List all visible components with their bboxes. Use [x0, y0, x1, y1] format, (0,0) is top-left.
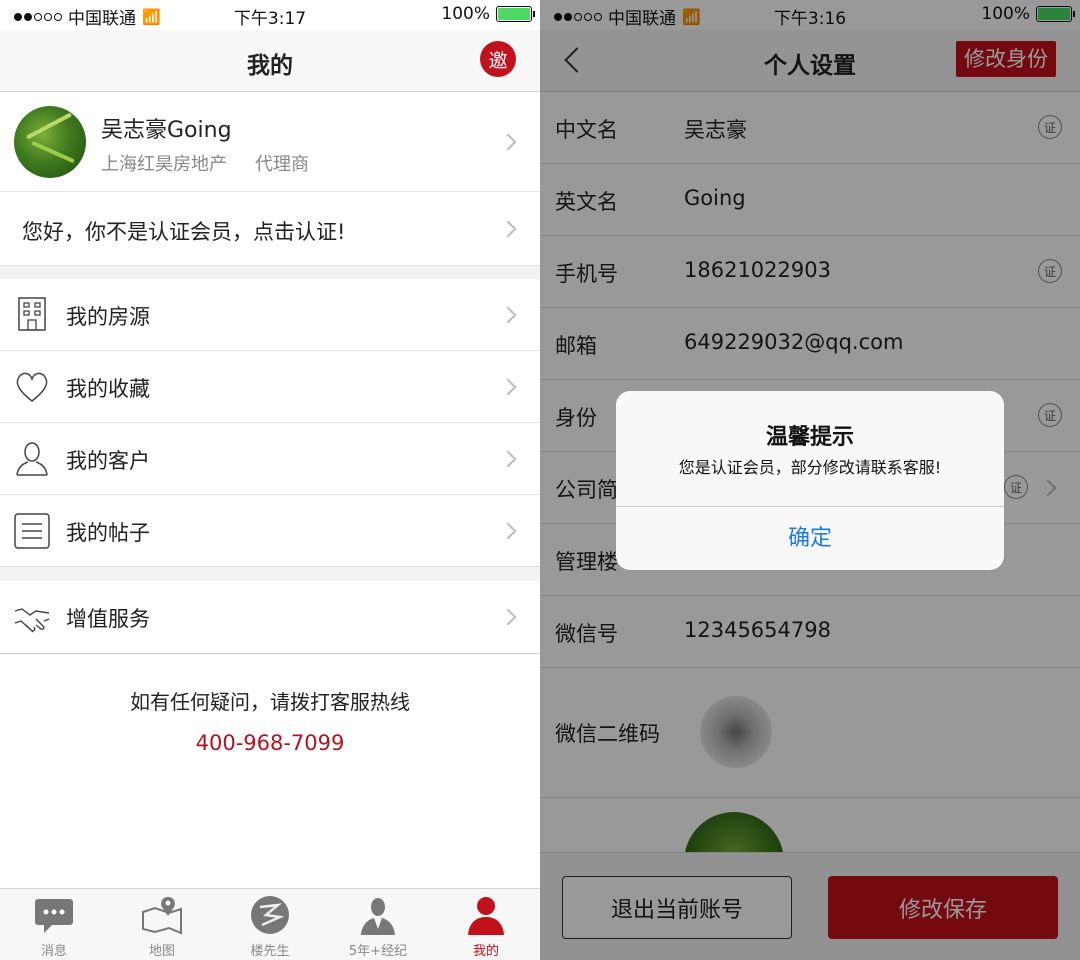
alert-message: 您是认证会员，部分修改请联系客服! [678, 458, 942, 477]
chevron-right-icon [499, 220, 517, 238]
profile-role: 代理商 [255, 154, 309, 175]
profile-name: 吴志豪Going [101, 118, 232, 143]
my-profile-screen: 中国联通 📶 下午3:17 100% 我的 邀 吴志豪Going 上海红昊房地产… [0, 0, 540, 960]
nav-bar: 我的 邀 [0, 30, 540, 92]
menu-item-label: 增值服务 [66, 607, 150, 631]
hotline-link[interactable]: 400-968-7099 [0, 731, 540, 755]
menu-item-label: 我的房源 [66, 305, 150, 329]
handshake-icon [14, 608, 50, 633]
chat-icon [35, 899, 73, 933]
agent-icon [361, 898, 395, 935]
help-text: 如有任何疑问，请拨打客服热线 [130, 690, 410, 714]
personal-settings-screen: 中国联通 📶 下午3:16 100% 个人设置 修改身份 中文名 吴志豪 证 英… [540, 0, 1080, 960]
tab-label: 消息 [40, 944, 67, 959]
tab-map[interactable]: 地图 [108, 889, 216, 960]
verify-member-row[interactable]: 您好，你不是认证会员，点击认证! [0, 192, 540, 266]
battery-icon [496, 6, 535, 22]
tab-mine[interactable]: 我的 [432, 889, 540, 960]
chevron-right-icon [499, 450, 517, 468]
battery-percent: 100% [441, 4, 490, 24]
page-title: 我的 [247, 53, 293, 79]
alert-title: 温馨提示 [765, 425, 854, 450]
invite-button[interactable]: 邀 [480, 41, 516, 77]
tab-label: 楼先生 [250, 944, 290, 959]
tab-bar: 消息 地图 楼先生 5年+经纪 我的 [0, 888, 540, 960]
menu-item-favorites[interactable]: 我的收藏 [0, 351, 540, 423]
alert-confirm-button[interactable]: 确定 [616, 507, 1004, 570]
chevron-right-icon [499, 378, 517, 396]
document-icon [14, 513, 50, 549]
tab-label: 我的 [472, 944, 499, 959]
section-divider [0, 567, 540, 581]
chevron-right-icon [499, 306, 517, 324]
building-icon [18, 297, 46, 331]
menu-item-customers[interactable]: 我的客户 [0, 423, 540, 495]
tab-senior-agent[interactable]: 5年+经纪 [324, 889, 432, 960]
menu-item-label: 我的收藏 [66, 377, 150, 401]
alert-dialog: 温馨提示 您是认证会员，部分修改请联系客服! 确定 [616, 391, 1004, 570]
verify-prompt-text: 您好，你不是认证会员，点击认证! [22, 220, 346, 244]
menu-item-my-listings[interactable]: 我的房源 [0, 279, 540, 351]
profile-card[interactable] [0, 92, 540, 192]
tab-label: 5年+经纪 [348, 944, 408, 959]
chevron-right-icon [499, 608, 517, 626]
status-bar: 中国联通 📶 下午3:17 100% [0, 0, 540, 30]
profile-company: 上海红昊房地产 [101, 154, 227, 175]
tab-label: 地图 [148, 944, 175, 959]
logo-icon [251, 896, 289, 934]
menu-item-label: 我的客户 [66, 449, 150, 473]
tab-messages[interactable]: 消息 [0, 889, 108, 960]
map-icon [142, 897, 182, 935]
menu-item-posts[interactable]: 我的帖子 [0, 495, 540, 567]
profile-subtitle: 上海红昊房地产 代理商 [101, 150, 309, 176]
user-icon [468, 897, 504, 935]
menu-item-value-service[interactable]: 增值服务 [0, 581, 540, 654]
heart-icon [16, 372, 48, 402]
menu-item-label: 我的帖子 [66, 521, 150, 545]
chevron-right-icon [499, 133, 517, 151]
section-divider [0, 266, 540, 279]
person-icon [16, 442, 48, 476]
tab-lou-xiansheng[interactable]: 楼先生 [216, 889, 324, 960]
avatar [14, 106, 86, 178]
chevron-right-icon [499, 522, 517, 540]
